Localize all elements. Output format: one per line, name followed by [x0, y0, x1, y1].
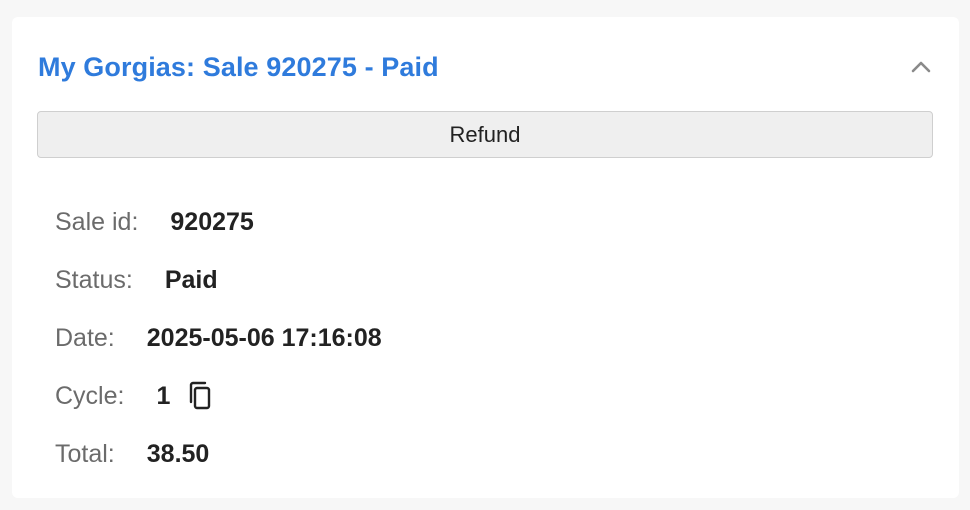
copy-icon [190, 381, 211, 410]
date-value: 2025-05-06 17:16:08 [146, 323, 382, 352]
sale-id-value: 920275 [170, 207, 254, 236]
detail-row-total: Total: 38.50 [55, 425, 382, 483]
total-value: 38.50 [146, 439, 210, 468]
status-value: Paid [164, 265, 218, 294]
detail-row-sale-id: Sale id: 920275 [55, 193, 382, 251]
chevron-up-icon [911, 61, 931, 73]
refund-button[interactable]: Refund [37, 111, 933, 158]
sale-details: Sale id: 920275 Status: Paid Date: 2025-… [55, 193, 382, 483]
collapse-button[interactable] [907, 53, 935, 81]
copy-button[interactable] [186, 381, 214, 411]
status-label: Status: [55, 265, 133, 294]
card-title: My Gorgias: Sale 920275 - Paid [38, 51, 439, 82]
cycle-value: 1 [156, 381, 171, 410]
detail-row-status: Status: Paid [55, 251, 382, 309]
detail-row-cycle: Cycle: 1 [55, 367, 382, 425]
cycle-label: Cycle: [55, 381, 125, 410]
card-header: My Gorgias: Sale 920275 - Paid [38, 49, 935, 85]
total-label: Total: [55, 439, 115, 468]
detail-row-date: Date: 2025-05-06 17:16:08 [55, 309, 382, 367]
sale-id-label: Sale id: [55, 207, 139, 236]
sale-card: My Gorgias: Sale 920275 - Paid Refund Sa… [12, 17, 959, 498]
date-label: Date: [55, 323, 115, 352]
